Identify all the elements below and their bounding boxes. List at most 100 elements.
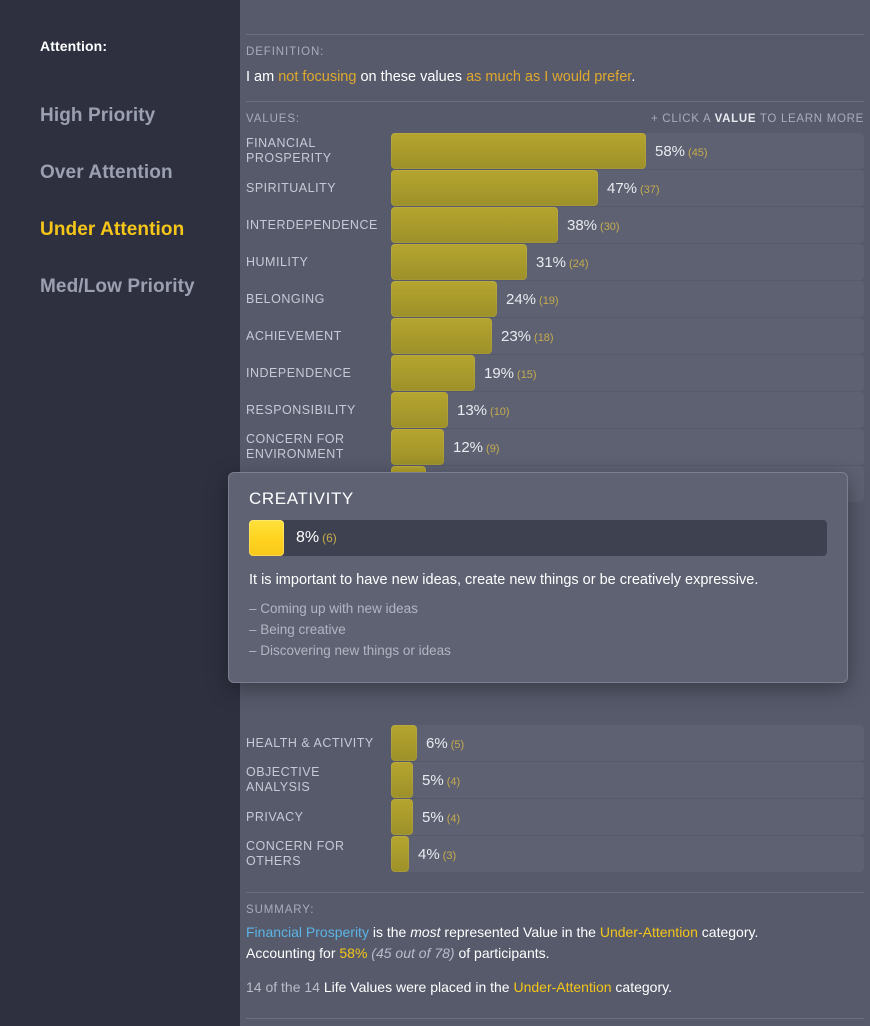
value-row-track: 4%(3) [391, 836, 864, 872]
value-row-count: (30) [597, 221, 620, 233]
value-row-track: 6%(5) [391, 725, 864, 761]
value-row-label: INDEPENDENCE [246, 366, 391, 381]
value-row-track: 13%(10) [391, 392, 864, 428]
value-row-bar [391, 207, 558, 243]
summary-l2-a: Accounting for [246, 945, 339, 961]
value-row-percent: 38% [567, 217, 597, 234]
definition-part-3: . [631, 69, 635, 85]
value-row-value: 19%(15) [475, 365, 537, 382]
summary-section: SUMMARY: Financial Prosperity is the mos… [246, 893, 864, 998]
value-row-bar [391, 244, 527, 280]
value-row-label: CONCERN FOR OTHERS [246, 839, 391, 869]
summary-line-3: 14 of the 14 Life Values were placed in … [246, 977, 864, 998]
value-row-bar [391, 355, 475, 391]
summary-l1-most: most [410, 924, 440, 940]
sidebar-item-under-attention[interactable]: Under Attention [40, 218, 240, 242]
value-row-count: (4) [444, 813, 460, 825]
value-detail-card[interactable]: CREATIVITY 8%(6) It is important to have… [228, 472, 848, 683]
summary-top-value[interactable]: Financial Prosperity [246, 924, 369, 940]
summary-l1-d: represented Value in the [441, 924, 600, 940]
value-row-percent: 5% [422, 809, 444, 826]
value-row[interactable]: BELONGING 24%(19) [246, 281, 864, 317]
value-row[interactable]: PRIVACY 5%(4) [246, 799, 864, 835]
value-row-label: RESPONSIBILITY [246, 403, 391, 418]
summary-label: SUMMARY: [246, 901, 864, 922]
value-row-track: 19%(15) [391, 355, 864, 391]
report-footer: ALICE'S BIKE COMPANY: All (78 Completed … [246, 1019, 864, 1026]
hint-suffix: TO LEARN MORE [756, 113, 864, 125]
value-row-bar [391, 725, 417, 761]
hint-bold: VALUE [715, 113, 757, 125]
value-row-value: 31%(24) [527, 254, 589, 271]
value-row-label: PRIVACY [246, 810, 391, 825]
value-row-value: 5%(4) [413, 809, 460, 826]
value-row-label: OBJECTIVE ANALYSIS [246, 765, 391, 795]
value-row-value: 4%(3) [409, 846, 456, 863]
value-row-value: 12%(9) [444, 439, 499, 456]
value-row[interactable]: OBJECTIVE ANALYSIS5%(4) [246, 762, 864, 798]
value-row-value: 6%(5) [417, 735, 464, 752]
sidebar-item-over-attention[interactable]: Over Attention [40, 161, 240, 185]
value-row[interactable]: HUMILITY31%(24) [246, 244, 864, 280]
definition-part-1: I am [246, 69, 278, 85]
value-row[interactable]: FINANCIAL PROSPERITY58%(45) [246, 133, 864, 169]
value-row-count: (18) [531, 332, 554, 344]
value-row-bar [391, 836, 409, 872]
value-row-percent: 13% [457, 402, 487, 419]
value-row-label: ACHIEVEMENT [246, 329, 391, 344]
value-row-label: BELONGING [246, 292, 391, 307]
value-row[interactable]: INDEPENDENCE 19%(15) [246, 355, 864, 391]
value-row-count: (3) [440, 850, 456, 862]
summary-l2-d: of participants. [455, 945, 550, 961]
summary-l1-f: category. [698, 924, 758, 940]
value-row-label: FINANCIAL PROSPERITY [246, 136, 391, 166]
value-row-bar [391, 392, 448, 428]
value-row-bar [391, 133, 646, 169]
value-row-label: HEALTH & ACTIVITY [246, 736, 391, 751]
value-row-track: 5%(4) [391, 762, 864, 798]
summary-line-1: Financial Prosperity is the most represe… [246, 922, 864, 943]
value-row[interactable]: ACHIEVEMENT 23%(18) [246, 318, 864, 354]
card-bullet: – Being creative [249, 620, 827, 641]
value-row-value: 24%(19) [497, 291, 559, 308]
value-row-percent: 4% [418, 846, 440, 863]
value-row[interactable]: SPIRITUALITY 47%(37) [246, 170, 864, 206]
value-row-value: 47%(37) [598, 180, 660, 197]
value-row[interactable]: RESPONSIBILITY13%(10) [246, 392, 864, 428]
values-header: VALUES: + CLICK A VALUE TO LEARN MORE [246, 102, 864, 133]
value-row[interactable]: CONCERN FOR ENVIRONMENT12%(9) [246, 429, 864, 465]
summary-line-2: Accounting for 58% (45 out of 78) of par… [246, 943, 864, 964]
values-label: VALUES: [246, 113, 300, 125]
sidebar-title: Attention: [40, 38, 107, 54]
value-row-count: (15) [514, 369, 537, 381]
value-row-value: 38%(30) [558, 217, 620, 234]
card-value: 8%(6) [284, 529, 337, 547]
click-value-hint[interactable]: + CLICK A VALUE TO LEARN MORE [651, 113, 864, 125]
value-row-percent: 19% [484, 365, 514, 382]
value-row[interactable]: CONCERN FOR OTHERS 4%(3) [246, 836, 864, 872]
card-bullet: – Coming up with new ideas [249, 599, 827, 620]
value-row-count: (24) [566, 258, 589, 270]
hint-prefix: + CLICK A [651, 113, 715, 125]
sidebar-nav: High Priority Over Attention Under Atten… [40, 104, 240, 332]
value-row-track: 12%(9) [391, 429, 864, 465]
value-row-percent: 6% [426, 735, 448, 752]
value-row-bar [391, 762, 413, 798]
value-row-percent: 23% [501, 328, 531, 345]
value-row-percent: 12% [453, 439, 483, 456]
sidebar-item-med-low-priority[interactable]: Med/Low Priority [40, 275, 240, 299]
summary-l3-category: Under-Attention [513, 979, 611, 995]
value-row-count: (37) [637, 184, 660, 196]
value-row-label: SPIRITUALITY [246, 181, 391, 196]
value-row-track: 38%(30) [391, 207, 864, 243]
sidebar-item-high-priority[interactable]: High Priority [40, 104, 240, 128]
card-description: It is important to have new ideas, creat… [249, 556, 827, 599]
value-row-track: 58%(45) [391, 133, 864, 169]
value-row-bar [391, 318, 492, 354]
card-title: CREATIVITY [249, 489, 827, 520]
value-row[interactable]: INTERDEPENDENCE38%(30) [246, 207, 864, 243]
definition-part-2: on these values [356, 69, 466, 85]
value-row-percent: 5% [422, 772, 444, 789]
value-row[interactable]: HEALTH & ACTIVITY 6%(5) [246, 725, 864, 761]
value-row-percent: 47% [607, 180, 637, 197]
